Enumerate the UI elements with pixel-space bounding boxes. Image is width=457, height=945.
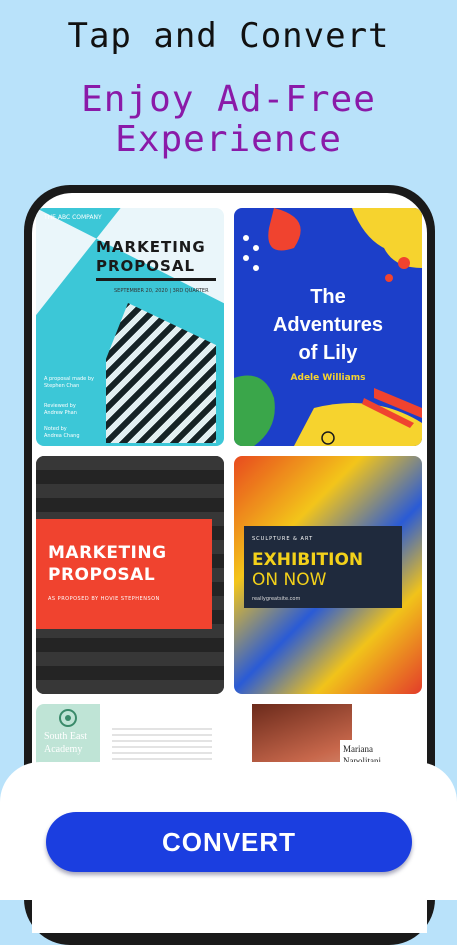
headline-title: Tap and Convert xyxy=(67,16,390,56)
template-card-exhibition[interactable]: SCULPTURE & ART EXHIBITION ON NOW really… xyxy=(234,456,422,694)
subtitle-line-1: Enjoy Ad-Free xyxy=(81,79,376,120)
template-card-adventures-of-lily[interactable]: The Adventures of Lily Adele Williams xyxy=(234,208,422,446)
card-kicker: SCULPTURE & ART xyxy=(252,536,314,542)
academy-logo-icon xyxy=(59,709,77,727)
card-subtitle: AS PROPOSED BY HOVIE STEPHENSON xyxy=(48,596,160,602)
reviewed-by-name: Andrew Phan xyxy=(44,410,77,416)
title-divider xyxy=(96,278,216,281)
noted-by-name: Andrea Chang xyxy=(44,433,80,439)
convert-button[interactable]: CONVERT xyxy=(46,812,412,872)
card-title-line-1: The xyxy=(310,286,346,308)
card-title: South East Academy xyxy=(44,730,87,756)
card-title-line-2: PROPOSAL xyxy=(48,565,156,585)
card-title-line-2: PROPOSAL xyxy=(96,257,196,275)
card-title-line-2: ON NOW xyxy=(252,570,327,590)
card-author: Adele Williams xyxy=(290,373,366,383)
template-card-marketing-proposal-1[interactable]: THE ABC COMPANY MARKETING PROPOSAL SEPTE… xyxy=(36,208,224,446)
card-title-line-1: South East xyxy=(44,731,88,742)
card-url: reallygreatsite.com xyxy=(252,596,301,602)
noted-by-label: Noted by xyxy=(44,426,67,432)
subtitle-line-2: Experience xyxy=(115,119,342,160)
card-title-line-1: MARKETING xyxy=(96,238,206,256)
template-card-marketing-proposal-2[interactable]: MARKETING PROPOSAL AS PROPOSED BY HOVIE … xyxy=(36,456,224,694)
prepared-by-label: A proposal made by xyxy=(44,376,94,382)
text-block xyxy=(112,726,212,766)
card-title-line-3: of Lily xyxy=(298,342,358,364)
card-title-line-2: Academy xyxy=(44,744,83,755)
card-title-line-1: EXHIBITION xyxy=(252,550,364,570)
card-title: MARKETING PROPOSAL xyxy=(96,238,206,276)
prepared-by-name: Stephen Chan xyxy=(44,383,80,389)
reviewed-by-label: Reviewed by xyxy=(44,403,76,409)
company-logo: THE ABC COMPANY xyxy=(44,214,102,221)
card-title-line-2: Adventures xyxy=(272,314,384,336)
card-date: SEPTEMBER 20, 2020 | 3RD QUARTER xyxy=(114,288,209,294)
card-title: The Adventures of Lily xyxy=(234,283,422,367)
headline-subtitle: Enjoy Ad-Free Experience xyxy=(0,80,457,160)
card-name-line-1: Mariana xyxy=(343,744,373,754)
card-title-line-1: MARKETING xyxy=(48,543,167,563)
card-title: MARKETING PROPOSAL xyxy=(48,542,167,586)
